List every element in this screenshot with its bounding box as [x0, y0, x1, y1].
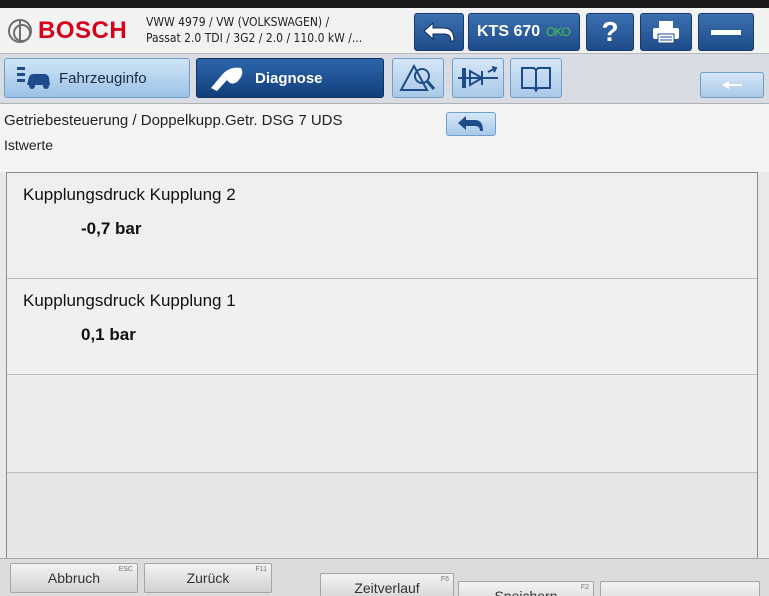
diagnosis-plug-icon	[211, 67, 243, 91]
minimize-button[interactable]	[698, 13, 754, 51]
value-name: Kupplungsdruck Kupplung 1	[23, 291, 236, 310]
arrow-left-icon	[722, 81, 742, 89]
empty-list-slot	[7, 375, 757, 473]
back-arrow-icon	[423, 21, 455, 42]
measurement-button[interactable]	[452, 58, 504, 98]
scroll-toolbar-button[interactable]	[700, 72, 764, 98]
bosch-logo: BOSCH	[8, 17, 128, 44]
manual-book-icon	[521, 67, 551, 92]
breadcrumb-back-button[interactable]	[446, 112, 496, 136]
measurement-icon	[458, 66, 498, 88]
actual-values-list: Kupplungsdruck Kupplung 2 -0,7 bar Kuppl…	[6, 172, 758, 585]
softkey-empty	[600, 581, 760, 596]
warning-search-icon	[399, 63, 436, 91]
timeline-key-hint: F6	[440, 576, 449, 583]
cancel-label: Abbruch	[47, 570, 101, 586]
timeline-label: Zeitverlauf	[354, 580, 420, 596]
tab-vehicle-info-label: Fahrzeuginfo	[59, 69, 147, 87]
cancel-button[interactable]: Abbruch ESC	[10, 563, 138, 593]
car-icon	[17, 67, 50, 89]
value-name: Kupplungsdruck Kupplung 2	[23, 185, 236, 204]
softkey-bar: Abbruch ESC Zurück F11 Zeitverlauf F6 Sp…	[0, 558, 769, 596]
back-key-hint: F11	[255, 566, 267, 573]
device-ok-indicator: OKO	[546, 25, 571, 39]
save-key-hint: F2	[580, 584, 589, 591]
page-title: Istwerte	[4, 137, 54, 153]
back-label: Zurück	[186, 570, 230, 586]
vehicle-line-2: Passat 2.0 TDI / 3G2 / 2.0 / 110.0 kW /.…	[146, 31, 363, 45]
question-icon: ?	[601, 16, 619, 47]
minimize-icon	[711, 30, 741, 35]
save-button[interactable]: Speichern F2	[458, 581, 594, 596]
cancel-key-hint: ESC	[118, 566, 133, 573]
fault-search-button[interactable]	[392, 58, 444, 98]
back-arrow-icon	[458, 116, 483, 131]
vehicle-identification: VWW 4979 / VW (VOLKSWAGEN) / Passat 2.0 …	[146, 14, 402, 46]
list-item[interactable]: Kupplungsdruck Kupplung 2 -0,7 bar	[7, 173, 757, 279]
printer-icon	[653, 21, 679, 44]
app-header: BOSCH VWW 4979 / VW (VOLKSWAGEN) / Passa…	[0, 8, 769, 54]
main-toolbar: Fahrzeuginfo Diagnose	[0, 54, 769, 104]
brand-name: BOSCH	[38, 17, 128, 44]
kts-screen: BOSCH VWW 4979 / VW (VOLKSWAGEN) / Passa…	[0, 8, 769, 596]
tab-diagnosis[interactable]: Diagnose	[196, 58, 384, 98]
print-button[interactable]	[640, 13, 692, 51]
tab-diagnosis-label: Diagnose	[255, 69, 323, 87]
breadcrumb: Getriebesteuerung / Doppelkupp.Getr. DSG…	[0, 104, 769, 172]
manual-button[interactable]	[510, 58, 562, 98]
value-reading: 0,1 bar	[81, 325, 136, 344]
device-status-button[interactable]: KTS 670 OKO	[468, 13, 580, 51]
vehicle-line-1: VWW 4979 / VW (VOLKSWAGEN) /	[146, 15, 330, 29]
list-item[interactable]: Kupplungsdruck Kupplung 1 0,1 bar	[7, 279, 757, 375]
back-button[interactable]: Zurück F11	[144, 563, 272, 593]
timeline-button[interactable]: Zeitverlauf F6	[320, 573, 454, 596]
help-button[interactable]: ?	[586, 13, 634, 51]
tab-vehicle-info[interactable]: Fahrzeuginfo	[4, 58, 190, 98]
value-reading: -0,7 bar	[81, 219, 142, 238]
bosch-armature-icon	[8, 19, 32, 43]
header-back-button[interactable]	[414, 13, 464, 51]
save-label: Speichern	[494, 588, 558, 596]
breadcrumb-path: Getriebesteuerung / Doppelkupp.Getr. DSG…	[4, 112, 343, 129]
device-name: KTS 670	[477, 23, 541, 40]
